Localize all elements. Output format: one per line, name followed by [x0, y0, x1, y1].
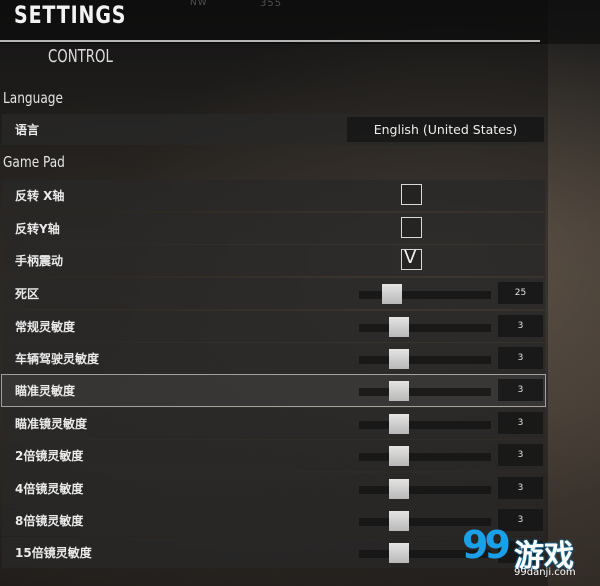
slider-handle[interactable]	[388, 317, 409, 337]
checkbox-row: 反转Y轴	[2, 213, 545, 244]
checkbox-row: 手柄震动 V	[2, 245, 545, 276]
slider-handle[interactable]	[388, 543, 409, 563]
tab-control[interactable]: CONTROL	[48, 46, 113, 67]
watermark-url: 99danji.com	[514, 567, 576, 578]
slider-label: 8倍镜灵敏度	[15, 514, 84, 528]
slider-row: 瞄准灵敏度 3	[1, 374, 546, 407]
slider-value-field[interactable]: 3	[498, 412, 543, 434]
language-label: 语言	[15, 123, 40, 137]
language-dropdown[interactable]: English (United States)	[347, 117, 544, 142]
slider-track[interactable]	[359, 356, 491, 364]
checkbox-row: 反转 X轴	[2, 180, 545, 211]
slider-row: 常规灵敏度 3	[2, 311, 545, 342]
slider-label: 2倍镜灵敏度	[15, 449, 84, 463]
slider-row: 2倍镜灵敏度 3	[2, 440, 545, 471]
compass-strip: NW 355	[120, 0, 440, 10]
slider-handle[interactable]	[388, 349, 409, 369]
tab-divider	[0, 40, 540, 42]
slider-row: 瞄准镜灵敏度 3	[2, 408, 545, 439]
section-gamepad: Game Pad	[3, 153, 65, 171]
slider-handle[interactable]	[388, 511, 409, 531]
watermark-logo: 99 游戏 99danji.com	[462, 523, 596, 583]
slider-label: 瞄准灵敏度	[15, 384, 76, 398]
compass-heading-nw: NW	[190, 0, 208, 8]
slider-label: 15倍镜灵敏度	[15, 546, 92, 560]
slider-handle[interactable]	[388, 414, 409, 434]
slider-handle[interactable]	[388, 479, 409, 499]
slider-label: 死区	[15, 287, 40, 301]
section-language: Language	[3, 89, 63, 107]
slider-label: 瞄准镜灵敏度	[15, 417, 88, 431]
checkbox[interactable]	[401, 217, 422, 238]
language-row: 语言 English (United States)	[2, 114, 545, 145]
watermark-digits: 99	[462, 523, 511, 567]
slider-row: 死区 25	[2, 278, 545, 309]
checkbox-label: 反转 X轴	[15, 189, 65, 203]
slider-label: 常规灵敏度	[15, 320, 76, 334]
slider-value-field[interactable]: 3	[498, 347, 543, 369]
slider-handle[interactable]	[388, 446, 409, 466]
slider-label: 车辆驾驶灵敏度	[15, 352, 100, 366]
slider-track[interactable]	[359, 388, 491, 396]
checkbox-label: 手柄震动	[15, 254, 64, 268]
slider-value-field[interactable]: 3	[498, 379, 543, 401]
slider-row: 4倍镜灵敏度 3	[2, 473, 545, 504]
checkmark-icon: V	[404, 247, 417, 268]
checkbox[interactable]	[401, 184, 422, 205]
compass-degree: 355	[260, 0, 283, 9]
slider-track[interactable]	[359, 421, 491, 429]
slider-track[interactable]	[359, 486, 491, 494]
page-title: SETTINGS	[14, 1, 127, 29]
slider-label: 4倍镜灵敏度	[15, 482, 84, 496]
slider-handle[interactable]	[388, 381, 409, 401]
slider-track[interactable]	[359, 291, 491, 299]
slider-track[interactable]	[359, 453, 491, 461]
checkbox-label: 反转Y轴	[15, 222, 60, 236]
slider-handle[interactable]	[382, 284, 402, 304]
slider-track[interactable]	[359, 324, 491, 332]
slider-value-field[interactable]: 3	[498, 315, 543, 337]
checkbox[interactable]: V	[401, 247, 422, 270]
slider-row: 车辆驾驶灵敏度 3	[2, 343, 545, 374]
slider-value-field[interactable]: 3	[498, 444, 543, 466]
slider-value-field[interactable]: 25	[498, 282, 543, 304]
slider-value-field[interactable]: 3	[498, 477, 543, 499]
